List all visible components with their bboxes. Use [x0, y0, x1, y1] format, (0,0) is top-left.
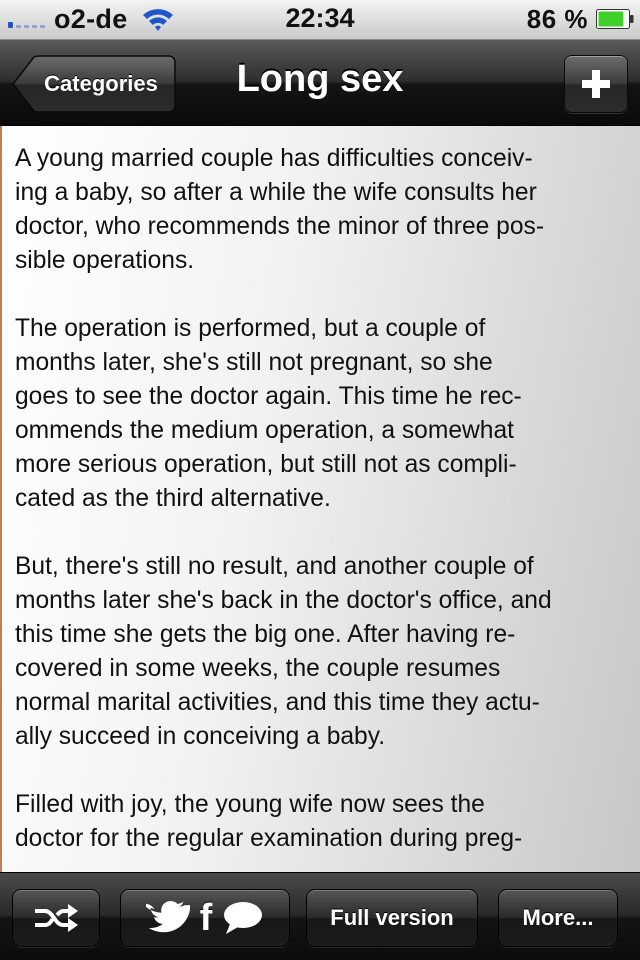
app-screen: o2-de 22:34 86 % Categories Long sex A y…	[0, 0, 640, 960]
facebook-icon: f	[199, 897, 213, 939]
categories-back-label: Categories	[44, 71, 158, 96]
joke-paragraph-3: But, there's still no result, and anothe…	[15, 553, 552, 750]
joke-paragraph-4: Filled with joy, the young wife now sees…	[15, 791, 523, 852]
battery-percentage: 86 %	[526, 4, 588, 34]
battery-icon	[596, 9, 634, 29]
full-version-button[interactable]: Full version	[306, 889, 478, 947]
joke-text-area[interactable]: A young married couple has difficulties …	[0, 126, 640, 872]
full-version-label: Full version	[330, 905, 454, 930]
twitter-icon	[145, 901, 190, 933]
more-button[interactable]: More...	[498, 889, 618, 947]
bottom-toolbar: f Full version More...	[0, 872, 640, 960]
status-bar: o2-de 22:34 86 %	[0, 0, 640, 40]
categories-back-button[interactable]: Categories	[12, 55, 176, 113]
navigation-bar: Categories Long sex	[0, 40, 640, 126]
page-title: Long sex	[236, 58, 404, 100]
chat-bubble-icon	[224, 902, 263, 934]
joke-paragraph-2: The operation is performed, but a couple…	[15, 315, 522, 512]
joke-paragraph-1: A young married couple has difficulties …	[15, 145, 545, 274]
shuffle-button[interactable]	[12, 889, 100, 947]
add-button[interactable]	[564, 55, 628, 113]
shuffle-icon	[35, 904, 78, 932]
share-button[interactable]: f	[120, 889, 290, 947]
plus-icon	[582, 70, 610, 98]
more-label: More...	[522, 905, 594, 930]
